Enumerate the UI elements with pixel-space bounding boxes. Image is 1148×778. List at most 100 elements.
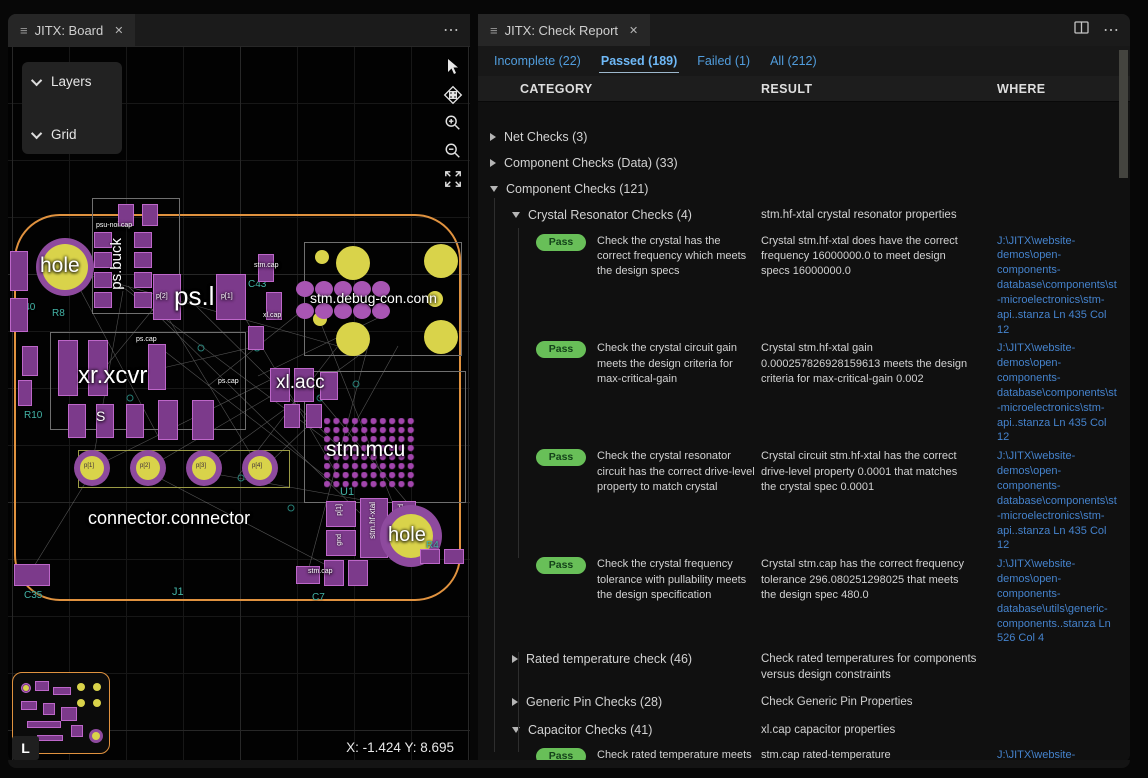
check-result: Crystal stm.hf-xtal gain 0.0002578269281… [761, 341, 997, 387]
column-category: CATEGORY [478, 82, 761, 96]
smd-comp[interactable] [10, 298, 28, 332]
xcvr-pad[interactable] [58, 340, 78, 396]
board-label-ps-buck: ps.buck [108, 238, 125, 290]
smd-comp[interactable] [248, 326, 264, 350]
smd-pad[interactable] [94, 292, 112, 308]
ref-des: C7 [312, 592, 325, 603]
pad-label: p[4] [252, 463, 262, 469]
tree-row-generic-pin-checks[interactable]: Generic Pin Checks (28) Check Generic Pi… [478, 689, 1130, 717]
check-row: Pass Check the crystal resonator circuit… [478, 445, 1130, 553]
pan-move-button[interactable] [440, 82, 466, 107]
check-result: Crystal circuit stm.hf-xtal has the corr… [761, 449, 997, 495]
board-label: stm.cap [308, 568, 333, 575]
cursor-coordinates: X: -1.424 Y: 8.695 [346, 740, 454, 755]
section-result: xl.cap capacitor properties [761, 723, 997, 739]
zoom-fit-button[interactable] [440, 166, 466, 191]
pad-label: p[1] [221, 293, 233, 300]
where-link[interactable]: J:\JITX\website-demos\open-components-da… [997, 449, 1119, 553]
tree-row-component-checks[interactable]: Component Checks (121) [478, 176, 1130, 202]
smd-comp[interactable] [14, 564, 50, 586]
check-report-group: ≡ JITX: Check Report ✕ ⋯ Incomplete (22)… [478, 14, 1130, 762]
check-row: Pass Check the crystal has the correct f… [478, 230, 1130, 338]
smd-pad[interactable] [134, 232, 152, 248]
smd-pad[interactable] [134, 272, 152, 288]
tree-guide [518, 652, 519, 752]
section-result: stm.hf-xtal crystal resonator properties [761, 208, 997, 224]
zoom-in-button[interactable] [440, 110, 466, 135]
check-row: Pass Check the crystal circuit gain meet… [478, 337, 1130, 445]
board-canvas[interactable]: hole psu-noi.cap ps.buck p[2] p[1] ps.l [8, 46, 470, 762]
more-actions-icon[interactable]: ⋯ [443, 20, 460, 40]
xcvr-pad[interactable] [68, 404, 86, 438]
xcvr-pad[interactable] [158, 400, 178, 440]
editor-list-icon: ≡ [490, 23, 498, 38]
mount-hole[interactable] [424, 320, 458, 354]
close-icon[interactable]: ✕ [629, 24, 638, 37]
board-label: stm.cap [254, 262, 279, 269]
filter-all[interactable]: All (212) [768, 50, 819, 72]
where-link[interactable]: J:\JITX\website-demos\open-components-da… [997, 234, 1119, 338]
check-report-table: Net Checks (3) Component Checks (Data) (… [478, 102, 1130, 762]
smd-comp[interactable] [10, 251, 28, 291]
smd-pad[interactable] [134, 252, 152, 268]
collapse-arrow-icon[interactable] [490, 186, 498, 192]
tree-row-net-checks[interactable]: Net Checks (3) [478, 124, 1130, 150]
via[interactable] [315, 250, 329, 264]
tree-row-rated-temperature[interactable]: Rated temperature check (46) Check rated… [478, 646, 1130, 689]
layers-toggle[interactable]: Layers [34, 74, 110, 89]
tree-row-crystal-checks[interactable]: Crystal Resonator Checks (4) stm.hf-xtal… [478, 202, 1130, 230]
column-result: RESULT [761, 82, 997, 96]
smd-comp[interactable] [22, 346, 38, 376]
split-editor-icon[interactable] [1074, 21, 1089, 39]
chevron-down-icon [31, 74, 42, 85]
more-actions-icon[interactable]: ⋯ [1103, 20, 1120, 40]
xcvr-pad[interactable] [126, 404, 144, 438]
board-toolbar [440, 54, 466, 191]
filter-passed[interactable]: Passed (189) [599, 50, 679, 73]
filter-failed[interactable]: Failed (1) [695, 50, 752, 72]
board-label-hole: hole [40, 254, 80, 278]
expand-arrow-icon[interactable] [490, 159, 496, 167]
editor-list-icon: ≡ [20, 23, 28, 38]
status-badge: Pass [536, 341, 586, 358]
tree-row-component-checks-data[interactable]: Component Checks (Data) (33) [478, 150, 1130, 176]
window-bottom-edge [8, 760, 1130, 768]
layers-label: Layers [51, 74, 92, 89]
tree-guide [518, 228, 519, 558]
board-label-stm-mcu: stm.mcu [326, 438, 405, 462]
filter-incomplete[interactable]: Incomplete (22) [492, 50, 583, 72]
expand-arrow-icon[interactable] [490, 133, 496, 141]
smd-pad[interactable] [142, 204, 158, 226]
close-icon[interactable]: ✕ [114, 24, 123, 37]
smd-comp[interactable] [348, 560, 368, 586]
ref-des: R10 [24, 410, 42, 421]
vertical-scrollbar-thumb[interactable] [1119, 50, 1128, 178]
pad-label: p[3] [196, 463, 206, 469]
chevron-down-icon [31, 127, 42, 138]
grid-toggle[interactable]: Grid [34, 127, 110, 142]
xcvr-pad[interactable] [192, 400, 214, 440]
where-link[interactable]: J:\JITX\website-demos\open-components-da… [997, 557, 1119, 646]
board-label-xr-xcvr: xr.xcvr [78, 362, 147, 390]
board-label-hole: hole [388, 524, 426, 547]
tree-row-capacitor-checks[interactable]: Capacitor Checks (41) xl.cap capacitor p… [478, 717, 1130, 745]
smd-comp[interactable] [420, 549, 440, 564]
smd-pad[interactable] [134, 292, 152, 308]
ref-des: U1 [340, 486, 354, 498]
mount-hole[interactable] [336, 322, 370, 356]
ref-des: R8 [52, 308, 65, 319]
xcvr-pad[interactable] [148, 344, 166, 390]
acc-pad[interactable] [306, 404, 322, 428]
mount-hole[interactable] [424, 244, 458, 278]
collapse-arrow-icon[interactable] [512, 212, 520, 218]
check-description: Check the crystal has the correct freque… [597, 234, 757, 280]
smd-comp[interactable] [444, 549, 464, 564]
select-cursor-button[interactable] [440, 54, 466, 79]
mount-hole[interactable] [336, 246, 370, 280]
acc-pad[interactable] [284, 404, 300, 428]
tab-jitx-check-report[interactable]: ≡ JITX: Check Report ✕ [478, 14, 650, 46]
where-link[interactable]: J:\JITX\website-demos\open-components-da… [997, 341, 1119, 445]
smd-comp[interactable] [18, 380, 32, 406]
zoom-out-button[interactable] [440, 138, 466, 163]
tab-jitx-board[interactable]: ≡ JITX: Board ✕ [8, 14, 135, 46]
